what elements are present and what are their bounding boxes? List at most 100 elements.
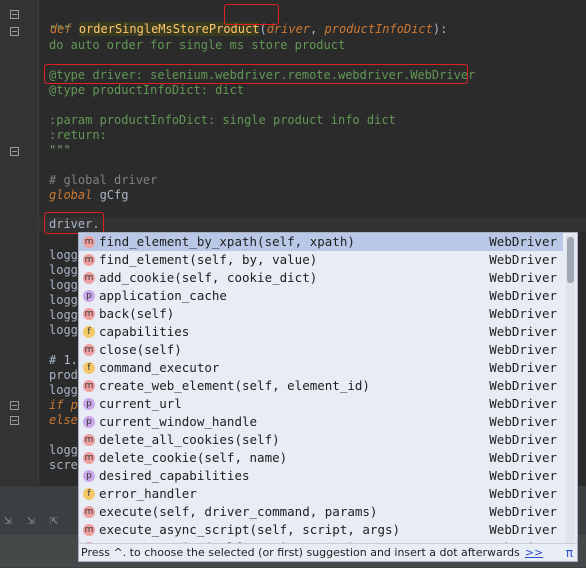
completion-name: application_cache	[99, 288, 227, 303]
method-icon: m	[83, 380, 95, 392]
completion-name: add_cookie(self, cookie_dict)	[99, 270, 318, 285]
method-icon: m	[83, 524, 95, 536]
step-out-icon[interactable]: ⇱	[50, 513, 58, 528]
completion-type: WebDriver	[489, 468, 557, 483]
step-into-icon[interactable]: ⇲	[4, 513, 12, 528]
completion-type: WebDriver	[489, 288, 557, 303]
fold-toggle-icon[interactable]	[10, 401, 19, 410]
completion-name: delete_all_cookies(self)	[99, 432, 280, 447]
completion-name: back(self)	[99, 306, 175, 321]
completion-type: WebDriver	[489, 360, 557, 375]
partial-line: # 1.	[49, 353, 78, 367]
completion-item[interactable]: p desired_capabilities WebDriver	[79, 467, 563, 485]
completion-name: error_handler	[99, 486, 197, 501]
completion-name: current_url	[99, 396, 182, 411]
partial-line: logg	[49, 293, 78, 307]
completion-type: WebDriver	[489, 234, 557, 249]
hint-link[interactable]: >>	[525, 546, 543, 559]
completion-item[interactable]: m add_cookie(self, cookie_dict) WebDriver	[79, 269, 563, 287]
highlight-driver-dot	[44, 212, 104, 234]
fold-toggle-icon[interactable]	[10, 147, 19, 156]
completion-item[interactable]: m close(self) WebDriver	[79, 341, 563, 359]
method-icon: m	[83, 452, 95, 464]
docstring-param: :param productInfoDict: single product i…	[49, 113, 396, 127]
completion-name: execute_async_script(self, script, args)	[99, 522, 401, 537]
property-icon: p	[83, 290, 95, 302]
field-icon: f	[83, 326, 95, 338]
pi-icon[interactable]: π	[566, 546, 573, 560]
close-paren: ):	[432, 22, 448, 36]
highlight-driver-param	[224, 4, 279, 25]
completion-name: command_executor	[99, 360, 220, 375]
param-product-info: productInfoDict	[324, 22, 433, 36]
global-keyword: global	[49, 188, 93, 202]
method-icon: m	[83, 254, 95, 266]
partial-line: logg	[49, 308, 78, 322]
global-var: gCfg	[92, 188, 129, 202]
fold-toggle-icon[interactable]	[10, 416, 19, 425]
fold-toggle-icon[interactable]	[10, 27, 19, 36]
completion-item[interactable]: m back(self) WebDriver	[79, 305, 563, 323]
completion-type: WebDriver	[489, 324, 557, 339]
method-icon: m	[83, 434, 95, 446]
completion-type: WebDriver	[489, 306, 557, 321]
docstring-line-1: do auto order for single ms store produc…	[49, 38, 346, 52]
completion-item[interactable]: f capabilities WebDriver	[79, 323, 563, 341]
completion-name: current_window_handle	[99, 414, 258, 429]
step-over-icon[interactable]: ⇲	[27, 513, 35, 528]
completion-item[interactable]: f error_handler WebDriver	[79, 485, 563, 503]
partial-line: if p	[49, 398, 78, 412]
completion-item[interactable]: p application_cache WebDriver	[79, 287, 563, 305]
completion-item[interactable]: m find_element(self, by, value) WebDriver	[79, 251, 563, 269]
method-icon: m	[83, 236, 95, 248]
caret-line-highlight	[39, 217, 586, 232]
completion-item[interactable]: m find_element_by_xpath(self, xpath) WebDr…	[79, 233, 563, 251]
property-icon: p	[83, 398, 95, 410]
completion-type: WebDriver	[489, 486, 557, 501]
completion-item[interactable]: f command_executor WebDriver	[79, 359, 563, 377]
completion-item[interactable]: p current_window_handle WebDriver	[79, 413, 563, 431]
completion-item[interactable]: p current_url WebDriver	[79, 395, 563, 413]
partial-line: logg	[49, 323, 78, 337]
property-icon: p	[83, 416, 95, 428]
completion-item[interactable]: m execute_async_script(self, script, args…	[79, 521, 563, 539]
docstring-return: :return:	[49, 128, 107, 142]
completion-hint: Press ^. to choose the selected (or firs…	[79, 543, 577, 561]
completion-type: WebDriver	[489, 396, 557, 411]
field-icon: f	[83, 362, 95, 374]
completion-name: execute(self, driver_command, params)	[99, 504, 378, 519]
completion-name: find_element_by_xpath(self, xpath)	[99, 234, 355, 249]
method-icon: m	[83, 506, 95, 518]
property-icon: p	[83, 470, 95, 482]
partial-line: logg	[49, 248, 78, 262]
scrollbar-thumb[interactable]	[567, 237, 574, 283]
completion-type: WebDriver	[489, 504, 557, 519]
fold-toggle-icon[interactable]	[10, 10, 19, 19]
completion-type: WebDriver	[489, 450, 557, 465]
comment-global-driver: # global driver	[49, 173, 158, 187]
method-icon: m	[83, 344, 95, 356]
autocomplete-popup[interactable]: m find_element_by_xpath(self, xpath) WebDr…	[78, 232, 578, 562]
partial-line: logg	[49, 263, 78, 277]
partial-line: logg	[49, 443, 78, 457]
completion-item[interactable]: m execute(self, driver_command, params) We…	[79, 503, 563, 521]
code-line-global: global gCfg	[49, 188, 128, 203]
partial-line: prod	[49, 368, 78, 382]
completion-item[interactable]: m delete_all_cookies(self) WebDriver	[79, 431, 563, 449]
method-icon: m	[83, 272, 95, 284]
hint-text: Press ^. to choose the selected (or firs…	[81, 546, 520, 559]
completion-name: find_element(self, by, value)	[99, 252, 318, 267]
partial-line: logg	[49, 278, 78, 292]
popup-scrollbar[interactable]	[566, 235, 575, 543]
docstring-close: """	[49, 143, 71, 157]
completion-type: WebDriver	[489, 270, 557, 285]
completion-item[interactable]: m create_web_element(self, element_id) Web…	[79, 377, 563, 395]
highlight-type-driver	[44, 64, 468, 84]
completion-type: WebDriver	[489, 378, 557, 393]
comma: ,	[310, 22, 325, 36]
completion-name: close(self)	[99, 342, 182, 357]
completion-item[interactable]: m delete_cookie(self, name) WebDriver	[79, 449, 563, 467]
completion-name: delete_cookie(self, name)	[99, 450, 288, 465]
field-icon: f	[83, 488, 95, 500]
partial-line: logg	[49, 383, 78, 397]
